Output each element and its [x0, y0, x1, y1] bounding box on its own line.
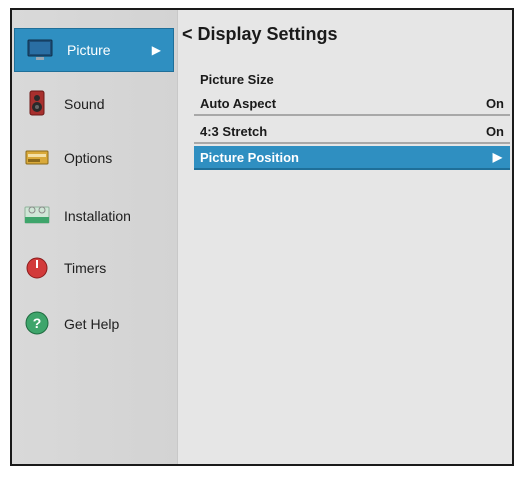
- timer-icon: [26, 257, 48, 279]
- sidebar-item-label: Picture: [67, 42, 111, 58]
- menu-item-label: Auto Aspect: [200, 96, 277, 111]
- menu-item-value: On: [485, 124, 504, 139]
- chevron-right-icon: ▶: [151, 43, 161, 57]
- sidebar-item-label: Options: [64, 150, 113, 166]
- installation-icon: [24, 206, 50, 224]
- speaker-icon: [29, 90, 45, 116]
- sidebar-item-get-help[interactable]: ? Get Help: [12, 302, 176, 346]
- settings-window: Picture ▶ Sound Options Installation Tim…: [10, 8, 514, 466]
- sidebar-menu: Picture ▶ Sound Options Installation Tim…: [12, 10, 178, 464]
- page-title[interactable]: < Display Settings: [182, 24, 338, 45]
- options-panel-icon: [25, 150, 49, 165]
- sidebar-item-label: Sound: [64, 96, 105, 112]
- sidebar-item-timers[interactable]: Timers: [12, 246, 176, 290]
- sidebar-item-options[interactable]: Options: [12, 136, 176, 180]
- svg-text:?: ?: [33, 315, 42, 331]
- tv-monitor-icon: [27, 39, 53, 60]
- sidebar-item-label: Timers: [64, 260, 107, 276]
- menu-item-label: 4:3 Stretch: [200, 124, 268, 139]
- display-settings-panel: < Display Settings Picture Size Auto Asp…: [178, 10, 512, 464]
- help-icon: ?: [25, 311, 49, 335]
- chevron-right-icon: ▶: [492, 150, 502, 164]
- sidebar-item-sound[interactable]: Sound: [12, 82, 176, 126]
- menu-item-auto-aspect[interactable]: Auto Aspect On: [194, 92, 510, 116]
- sidebar-item-label: Get Help: [64, 316, 120, 332]
- sidebar-item-installation[interactable]: Installation: [12, 194, 176, 238]
- menu-item-4-3-stretch[interactable]: 4:3 Stretch On: [194, 120, 510, 144]
- menu-item-picture-size[interactable]: Picture Size: [194, 68, 510, 90]
- menu-item-label: Picture Size: [200, 72, 274, 87]
- sidebar-item-label: Installation: [64, 208, 131, 224]
- menu-item-label: Picture Position: [200, 150, 299, 165]
- menu-item-picture-position[interactable]: Picture Position ▶: [194, 146, 510, 170]
- sidebar-item-picture[interactable]: Picture ▶: [14, 28, 174, 72]
- menu-item-value: On: [485, 96, 504, 111]
